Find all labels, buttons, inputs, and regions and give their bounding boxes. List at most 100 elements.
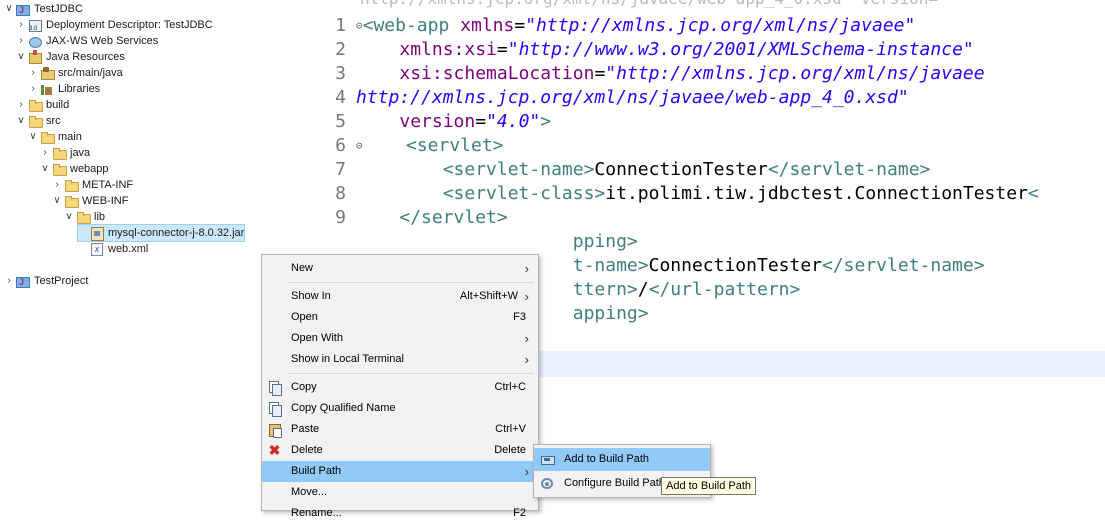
tree-node[interactable]: ∨ WEB-INF — [52, 193, 128, 209]
project-icon — [16, 2, 30, 18]
code-line[interactable]: 4 http://xmlns.jcp.org/xml/ns/javaee/web-… — [316, 85, 909, 111]
menu-item-delete[interactable]: ✖ Delete Delete — [262, 440, 538, 461]
source-folder-icon — [40, 66, 55, 80]
menu-item-show-in[interactable]: Show In Alt+Shift+W › — [262, 286, 538, 307]
menu-item-label: Rename... — [291, 507, 342, 519]
menu-item-open[interactable]: Open F3 — [262, 307, 538, 328]
menu-shortcut: Ctrl+V — [495, 423, 526, 435]
tree-node-label: Deployment Descriptor: TestJDBC — [46, 19, 213, 31]
tree-node[interactable]: › build — [16, 97, 69, 113]
expand-chevron-icon[interactable]: ∨ — [28, 129, 38, 145]
libraries-icon — [40, 82, 54, 96]
add-to-build-path-icon — [541, 453, 555, 466]
code-line[interactable]: 1 ⊝<web-app xmlns="http://xmlns.jcp.org/x… — [316, 13, 915, 39]
collapse-chevron-icon[interactable]: › — [40, 145, 50, 161]
code-token: apping> — [572, 303, 649, 324]
code-line[interactable]: 6 ⊝ <servlet> — [316, 133, 503, 159]
menu-item-label: Open With — [291, 332, 343, 344]
collapse-chevron-icon[interactable]: › — [52, 177, 62, 193]
expand-chevron-icon[interactable]: ∨ — [16, 49, 26, 65]
menu-separator — [288, 282, 534, 283]
menu-shortcut: F3 — [513, 311, 526, 323]
submenu-item-label: Add to Build Path — [564, 453, 650, 465]
jar-icon — [90, 226, 104, 241]
line-number: 7 — [335, 159, 346, 180]
tree-node[interactable]: ∨ Java Resources — [16, 49, 125, 65]
code-line[interactable]: 9 </servlet> — [316, 205, 508, 231]
collapse-chevron-icon[interactable]: › — [16, 33, 26, 49]
collapse-chevron-icon[interactable]: › — [4, 273, 14, 289]
code-line[interactable]: 5 version="4.0"> — [316, 109, 551, 135]
menu-item-copy[interactable]: Copy Ctrl+C — [262, 377, 538, 398]
code-token: "4.0" — [486, 111, 541, 132]
code-token: </url-pattern> — [648, 279, 801, 300]
tree-node[interactable]: › TestProject — [4, 273, 88, 290]
menu-item-move[interactable]: Move... — [262, 482, 538, 503]
menu-item-copy-qualified-name[interactable]: Copy Qualified Name — [262, 398, 538, 419]
code-token: <web-app — [362, 15, 461, 36]
code-token: "http://xmlns.jcp.org/xml/ns/javaee — [605, 63, 985, 84]
tree-node[interactable]: › Deployment Descriptor: TestJDBC — [16, 17, 213, 37]
collapse-chevron-icon[interactable]: › — [28, 65, 38, 81]
tree-node-label: Java Resources — [46, 51, 125, 63]
tree-node[interactable]: ∨ webapp — [40, 161, 109, 177]
menu-item-show-in-local-terminal[interactable]: Show in Local Terminal › — [262, 349, 538, 370]
code-line[interactable]: pping> — [316, 229, 638, 255]
fold-toggle-icon[interactable]: ⊝ — [356, 19, 363, 32]
menu-item-rename[interactable]: Rename... F2 — [262, 503, 538, 524]
line-number: 6 — [335, 135, 346, 156]
menu-separator — [288, 373, 534, 374]
copy-qualified-name-icon — [268, 402, 282, 417]
code-token: xmlns — [460, 15, 515, 36]
code-token: pping> — [572, 231, 638, 252]
tree-node-label: META-INF — [82, 179, 134, 191]
menu-item-new[interactable]: New › — [262, 258, 538, 279]
tree-node[interactable]: › Libraries — [28, 81, 100, 97]
menu-item-build-path[interactable]: Build Path › — [262, 461, 538, 482]
tree-node[interactable]: ∨ TestJDBC — [4, 1, 83, 18]
tree-node[interactable]: › src/main/java — [28, 65, 123, 81]
tree-node[interactable]: mysql-connector-j-8.0.32.jar — [76, 224, 246, 242]
configure-build-path-icon — [541, 477, 554, 490]
menu-item-label: Show In — [291, 290, 331, 302]
submenu-item-add-to-build-path[interactable]: Add to Build Path — [534, 448, 710, 471]
menu-shortcut: F2 — [513, 507, 526, 519]
tree-node[interactable]: web.xml — [78, 241, 148, 257]
tree-node-label: JAX-WS Web Services — [46, 35, 159, 47]
code-token: < — [1027, 183, 1039, 204]
folder-icon — [28, 98, 43, 112]
expand-chevron-icon[interactable]: ∨ — [64, 209, 74, 225]
collapse-chevron-icon[interactable]: › — [28, 81, 38, 97]
fold-toggle-icon[interactable]: ⊝ — [356, 139, 363, 152]
folder-icon — [40, 130, 55, 144]
menu-item-open-with[interactable]: Open With › — [262, 328, 538, 349]
tree-node[interactable]: ∨ lib — [64, 209, 105, 225]
tree-node-label: WEB-INF — [82, 195, 129, 207]
paste-icon — [268, 423, 282, 438]
expand-chevron-icon[interactable]: ∨ — [4, 1, 14, 17]
tree-node-label: web.xml — [108, 243, 149, 255]
code-line[interactable]: 2 xmlns:xsi="http://www.w3.org/2001/XMLS… — [316, 37, 974, 63]
expand-chevron-icon[interactable]: ∨ — [40, 161, 50, 177]
expand-chevron-icon[interactable]: ∨ — [52, 193, 62, 209]
tree-node[interactable]: ∨ src — [16, 113, 61, 129]
code-token: = — [475, 111, 487, 132]
code-token: ConnectionTester — [648, 255, 822, 276]
code-line[interactable]: 3 xsi:schemaLocation="http://xmlns.jcp.o… — [316, 61, 985, 87]
code-line[interactable]: 7 <servlet-name>ConnectionTester</servle… — [316, 157, 930, 183]
tree-node[interactable]: › java — [40, 145, 90, 161]
line-number: 9 — [335, 207, 346, 228]
tree-node[interactable]: ∨ main — [28, 129, 82, 145]
line-number: 5 — [335, 111, 346, 132]
code-token: it.polimi.tiw.jdbctest.ConnectionTester — [605, 183, 1028, 204]
menu-item-paste[interactable]: Paste Ctrl+V — [262, 419, 538, 440]
tree-node[interactable]: › META-INF — [52, 177, 133, 193]
expand-chevron-icon[interactable]: ∨ — [16, 113, 26, 129]
collapse-chevron-icon[interactable]: › — [16, 97, 26, 113]
collapse-chevron-icon[interactable]: › — [16, 17, 26, 33]
editor-partial-top-line: http://xmlns.jcp.org/xml/ns/javaee/web-a… — [360, 0, 938, 12]
code-line[interactable]: 8 <servlet-class>it.polimi.tiw.jdbctest.… — [316, 181, 1039, 207]
code-token: </servlet-name> — [767, 159, 931, 180]
tree-node[interactable]: › JAX-WS Web Services — [16, 33, 158, 49]
